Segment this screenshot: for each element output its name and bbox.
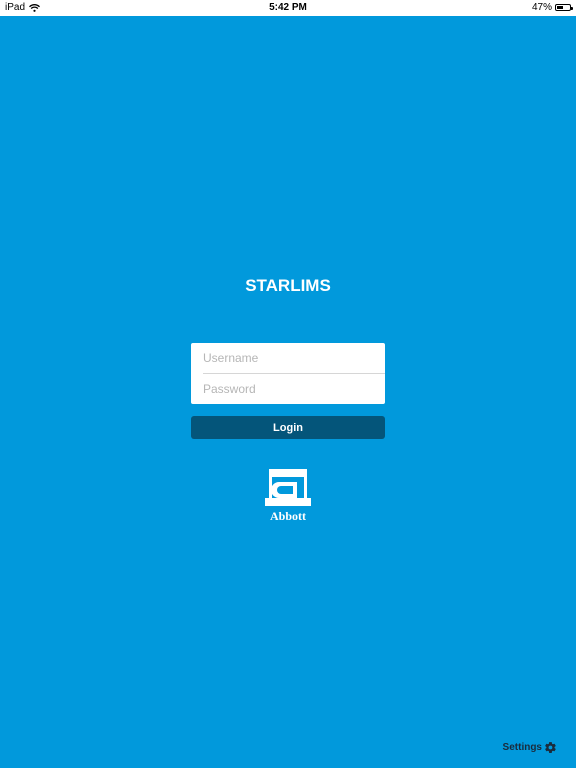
settings-button[interactable]: Settings [503, 741, 557, 754]
login-button[interactable]: Login [191, 416, 385, 439]
status-right: 47% [531, 2, 573, 13]
gear-icon [545, 742, 556, 753]
app-title: STARLIMS [245, 276, 331, 295]
status-bar: iPad 5:42 PM 47% [0, 0, 576, 16]
battery-icon [555, 4, 573, 11]
battery-percent: 47% [531, 2, 552, 13]
abbott-wordmark: Abbott [269, 509, 306, 523]
abbott-logo-icon [265, 469, 311, 506]
username-input[interactable] [191, 343, 385, 373]
settings-label: Settings [502, 742, 542, 753]
status-time: 5:42 PM [269, 2, 307, 13]
abbott-logo: Abbott [0, 469, 576, 524]
password-input[interactable] [191, 374, 385, 404]
login-card [191, 343, 385, 404]
battery-fill [557, 6, 563, 9]
